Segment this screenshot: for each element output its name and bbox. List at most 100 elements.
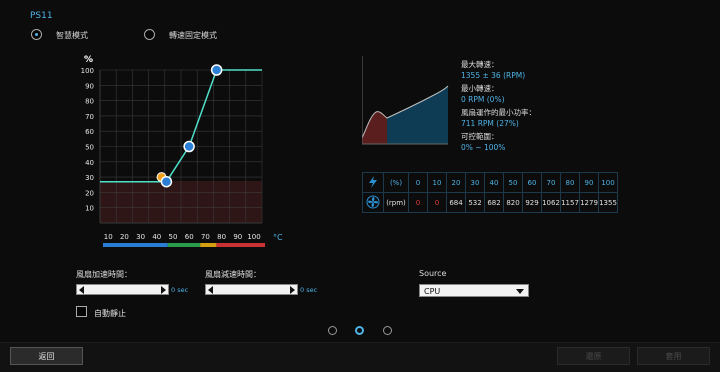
speed-up-increase-arrow-icon[interactable] [161,286,166,294]
y-tick-label: 60 [85,128,94,136]
power-percent-cell: 0 [408,172,428,193]
y-tick-label: 40 [85,159,94,167]
power-percent-cell: 30 [465,172,485,193]
max-speed-value: 1355 ± 36 (RPM) [461,71,526,80]
lightning-icon [362,172,384,193]
power-percent-cell: 100 [598,172,618,193]
auto-stop-checkbox[interactable] [76,306,87,317]
power-percent-cell: 20 [446,172,466,193]
slow-down-increase-arrow-icon[interactable] [290,286,295,294]
rpm-row: (rpm) 0 0 684 532 682 820 929 1062 1157 1279 1355 [362,192,618,213]
x-tick-label: 10 [104,233,113,241]
curve-control-point[interactable] [183,140,195,153]
rpm-value-cell: 1355 [598,192,618,213]
y-tick-label: 90 [85,82,94,90]
source-label: Source [419,269,447,278]
speed-up-decrease-arrow-icon[interactable] [79,286,84,294]
smart-mode-label[interactable]: 智慧模式 [56,30,88,41]
controllable-range-label: 可控範圍： [461,132,499,141]
source-selected-value: CPU [424,287,441,296]
y-tick-label: 100 [81,67,94,75]
power-percent-cell: 60 [522,172,542,193]
power-percent-cell: 90 [579,172,599,193]
temperature-band [200,243,217,247]
speed-up-time-slider[interactable] [76,284,169,295]
smart-mode-radio[interactable] [31,29,42,40]
x-tick-label: 100 [247,233,260,241]
cancel-button[interactable]: 還原 [557,347,630,365]
curve-control-point[interactable] [160,175,173,188]
min-speed-value: 0 RPM (0%) [461,95,505,104]
y-tick-label: 70 [85,113,94,121]
fixed-speed-mode-label[interactable]: 轉速固定模式 [169,30,217,41]
rpm-value-cell: 0 [408,192,428,213]
y-tick-label: 30 [85,174,94,182]
x-axis-ticks: 10 20 30 40 50 60 70 80 90 100 [104,233,261,241]
source-select[interactable]: CPU [419,284,529,297]
slow-down-time-label: 風扇減速時間： [205,270,261,279]
rpm-value-cell: 820 [503,192,523,213]
mini-chart-usable-area [387,86,448,144]
speed-up-time-value: 0 sec [171,286,189,294]
power-percent-cell: 10 [427,172,447,193]
controllable-range-value: 0% ~ 100% [461,143,506,152]
temperature-band [167,243,201,247]
x-tick-label: 60 [185,233,194,241]
fan-speed-mini-chart [362,56,449,145]
x-tick-label: 20 [120,233,129,241]
rpm-value-cell: 929 [522,192,542,213]
rpm-value-cell: 682 [484,192,504,213]
x-tick-label: 40 [152,233,161,241]
max-speed-label: 最大轉速： [461,60,499,69]
rpm-unit: (rpm) [383,192,409,213]
panel-title: PS11 [30,11,53,21]
x-tick-label: 70 [201,233,210,241]
fan-curve-chart[interactable]: % °C 100 90 80 70 60 50 40 30 20 10 10 20 30 40 50 60 7… [70,50,290,250]
slow-down-decrease-arrow-icon[interactable] [208,286,213,294]
x-tick-label: 90 [233,233,242,241]
rpm-value-cell: 532 [465,192,485,213]
curve-control-point[interactable] [210,64,223,76]
power-row: (%) 0 10 20 30 40 50 60 70 80 90 100 [362,172,618,193]
rpm-value-cell: 1279 [579,192,599,213]
y-tick-label: 10 [85,205,94,213]
temperature-bands [103,243,265,247]
chevron-down-icon[interactable] [516,289,524,294]
back-button[interactable]: 返回 [10,347,83,365]
power-percent-cell: 50 [503,172,523,193]
min-power-label: 風扇運作的最小功率： [461,108,536,117]
rpm-value-cell: 1157 [560,192,580,213]
min-speed-label: 最小轉速： [461,84,499,93]
temperature-band [216,243,265,247]
page-dot-2[interactable] [355,326,364,335]
y-tick-label: 20 [85,189,94,197]
page-dot-1[interactable] [328,326,337,335]
power-percent-cell: 70 [541,172,561,193]
auto-stop-label[interactable]: 自動靜止 [94,308,126,319]
apply-button[interactable]: 套用 [637,347,710,365]
x-tick-label: 50 [169,233,178,241]
x-tick-label: 80 [217,233,226,241]
y-tick-label: 80 [85,98,94,106]
y-axis-unit: % [84,55,93,65]
slow-down-time-value: 0 sec [300,286,318,294]
fixed-speed-mode-radio[interactable] [144,29,155,40]
speed-up-time-label: 風扇加速時間： [76,270,132,279]
power-unit: (%) [383,172,409,193]
temperature-band [103,243,168,247]
fan-icon [362,192,384,213]
page-dot-3[interactable] [383,326,392,335]
rpm-value-cell: 1062 [541,192,561,213]
y-tick-label: 50 [85,144,94,152]
rpm-value-cell: 0 [427,192,447,213]
power-percent-cell: 40 [484,172,504,193]
x-axis-unit: °C [273,233,283,242]
mini-chart-unusable-area [362,111,387,144]
power-percent-cell: 80 [560,172,580,193]
rpm-table: (%) 0 10 20 30 40 50 60 70 80 90 100 (rpm) 0 0 684 53… [362,172,618,213]
slow-down-time-slider[interactable] [205,284,298,295]
min-power-value: 711 RPM (27%) [461,119,519,128]
x-tick-label: 30 [136,233,145,241]
rpm-value-cell: 684 [446,192,466,213]
y-axis-ticks: 100 90 80 70 60 50 40 30 20 10 [81,67,94,213]
